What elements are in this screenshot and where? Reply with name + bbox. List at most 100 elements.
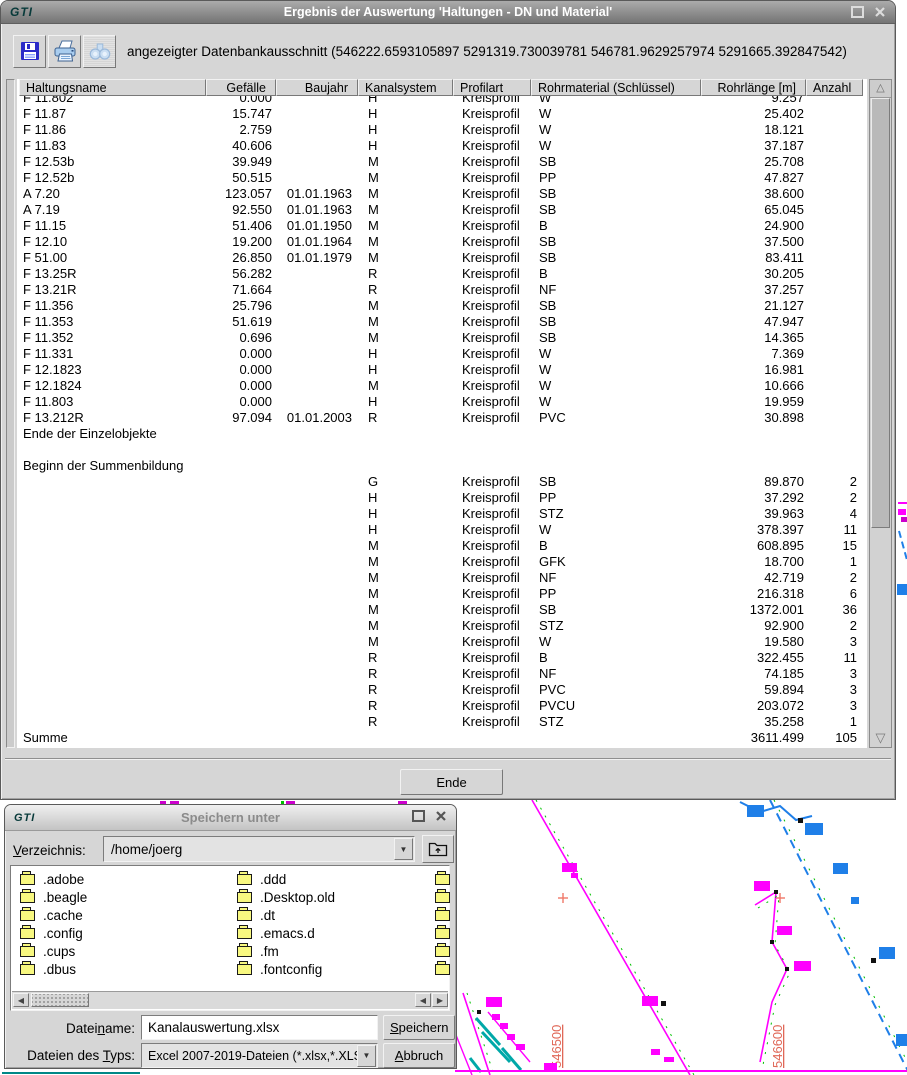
table-row[interactable]: MKreisprofilPP216.3186 — [19, 586, 865, 602]
table-row[interactable]: MKreisprofilNF42.7192 — [19, 570, 865, 586]
table-row[interactable]: F 13.25R56.282RKreisprofilB30.205 — [19, 266, 865, 282]
column-header[interactable]: Rohrmaterial (Schlüssel) — [531, 79, 701, 96]
filename-input[interactable]: Kanalauswertung.xlsx — [141, 1015, 378, 1040]
scroll-up-icon[interactable]: △ — [870, 80, 891, 98]
table-cell: M — [358, 218, 453, 234]
save-button[interactable]: Speichern — [383, 1015, 455, 1040]
table-row[interactable]: MKreisprofilW19.5803 — [19, 634, 865, 650]
folder-item[interactable] — [435, 870, 450, 888]
table-row[interactable]: F 12.18240.000MKreisprofilW10.666 — [19, 378, 865, 394]
horizontal-scrollbar[interactable]: ◀ ◀ ▶ — [12, 991, 448, 1009]
folder-item[interactable] — [435, 960, 450, 978]
folder-item[interactable]: .config — [20, 924, 87, 942]
parent-directory-button[interactable] — [422, 835, 454, 863]
table-row[interactable]: F 12.52b50.515MKreisprofilPP47.827 — [19, 170, 865, 186]
table-rows[interactable]: F 11.8020.000HKreisprofilW9.257F 11.8715… — [19, 96, 865, 748]
folder-item[interactable]: .Desktop.old — [237, 888, 335, 906]
column-header[interactable]: Gefälle — [206, 79, 276, 96]
column-header[interactable]: Baujahr — [276, 79, 358, 96]
table-row[interactable] — [19, 442, 865, 458]
table-row[interactable]: F 13.21R71.664RKreisprofilNF37.257 — [19, 282, 865, 298]
table-row[interactable]: F 51.0026.85001.01.1979MKreisprofilSB83.… — [19, 250, 865, 266]
table-row[interactable]: A 7.1992.55001.01.1963MKreisprofilSB65.0… — [19, 202, 865, 218]
directory-label: Verzeichnis: — [13, 843, 86, 858]
table-row[interactable]: A 7.20123.05701.01.1963MKreisprofilSB38.… — [19, 186, 865, 202]
table-row[interactable]: MKreisprofilSTZ92.9002 — [19, 618, 865, 634]
table-row[interactable]: F 13.212R97.09401.01.2003RKreisprofilPVC… — [19, 410, 865, 426]
end-button[interactable]: Ende — [400, 769, 503, 795]
folder-item[interactable]: .cache — [20, 906, 87, 924]
column-header[interactable]: Rohrlänge [m] — [701, 79, 806, 96]
table-cell: 37.500 — [701, 234, 806, 250]
column-header[interactable]: Anzahl — [806, 79, 863, 96]
table-row[interactable]: HKreisprofilSTZ39.9634 — [19, 506, 865, 522]
folder-item[interactable]: .emacs.d — [237, 924, 335, 942]
table-row[interactable]: MKreisprofilSB1372.00136 — [19, 602, 865, 618]
folder-item[interactable]: .beagle — [20, 888, 87, 906]
folder-item[interactable]: .dt — [237, 906, 335, 924]
table-row[interactable]: F 11.1551.40601.01.1950MKreisprofilB24.9… — [19, 218, 865, 234]
folder-item[interactable]: .cups — [20, 942, 87, 960]
table-row[interactable]: F 11.35625.796MKreisprofilSB21.127 — [19, 298, 865, 314]
folder-item[interactable]: .fontconfig — [237, 960, 335, 978]
table-row[interactable]: Summe3611.499105 — [19, 730, 865, 746]
table-row[interactable]: F 11.8340.606HKreisprofilW37.187 — [19, 138, 865, 154]
table-row[interactable]: Ende der Einzelobjekte — [19, 426, 865, 442]
table-row[interactable]: F 12.53b39.949MKreisprofilSB25.708 — [19, 154, 865, 170]
table-row[interactable]: F 12.18230.000HKreisprofilW16.981 — [19, 362, 865, 378]
print-button[interactable] — [48, 35, 81, 68]
table-row[interactable]: F 11.862.759HKreisprofilW18.121 — [19, 122, 865, 138]
table-row[interactable]: HKreisprofilW378.39711 — [19, 522, 865, 538]
folder-item[interactable]: .fm — [237, 942, 335, 960]
table-row[interactable]: Beginn der Summenbildung — [19, 458, 865, 474]
folder-item[interactable] — [435, 888, 450, 906]
table-cell: F 11.331 — [19, 346, 206, 362]
folder-item[interactable] — [435, 942, 450, 960]
scroll-left-icon[interactable]: ◀ — [13, 993, 29, 1007]
table-row[interactable]: GKreisprofilSB89.8702 — [19, 474, 865, 490]
table-row[interactable]: F 11.8030.000HKreisprofilW19.959 — [19, 394, 865, 410]
table-row[interactable]: F 11.3520.696MKreisprofilSB14.365 — [19, 330, 865, 346]
column-header[interactable]: Profilart — [453, 79, 531, 96]
folder-item[interactable]: .adobe — [20, 870, 87, 888]
scroll-left-icon[interactable]: ◀ — [415, 993, 431, 1007]
folder-item[interactable]: .dbus — [20, 960, 87, 978]
chevron-down-icon[interactable]: ▼ — [394, 838, 413, 860]
vertical-scrollbar[interactable]: △ ▽ — [869, 79, 892, 748]
column-header[interactable]: Kanalsystem — [358, 79, 453, 96]
table-row[interactable]: MKreisprofilGFK18.7001 — [19, 554, 865, 570]
table-row[interactable]: RKreisprofilB322.45511 — [19, 650, 865, 666]
chevron-down-icon[interactable]: ▼ — [357, 1045, 376, 1067]
maximize-icon[interactable] — [851, 6, 864, 18]
table-row[interactable]: RKreisprofilNF74.1853 — [19, 666, 865, 682]
filetype-select[interactable]: Excel 2007-2019-Dateien (*.xlsx,*.XLSX) … — [141, 1043, 378, 1068]
folder-item[interactable] — [435, 924, 450, 942]
scrollbar-thumb[interactable] — [31, 993, 89, 1007]
table-row[interactable]: F 12.1019.20001.01.1964MKreisprofilSB37.… — [19, 234, 865, 250]
table-row[interactable]: F 11.8020.000HKreisprofilW9.257 — [19, 96, 865, 106]
scroll-down-icon[interactable]: ▽ — [870, 730, 891, 746]
directory-combobox[interactable]: /home/joerg ▼ — [103, 836, 415, 862]
table-row[interactable]: RKreisprofilSTZ35.2581 — [19, 714, 865, 730]
table-row[interactable]: RKreisprofilPVC59.8943 — [19, 682, 865, 698]
table-row[interactable]: F 11.3310.000HKreisprofilW7.369 — [19, 346, 865, 362]
column-header[interactable]: Haltungsname — [19, 79, 206, 96]
table-row[interactable]: RKreisprofilPVCU203.0723 — [19, 698, 865, 714]
cancel-button[interactable]: Abbruch — [383, 1043, 455, 1068]
maximize-icon[interactable] — [412, 810, 425, 822]
scrollbar-thumb[interactable] — [871, 98, 890, 528]
folder-item[interactable]: .ddd — [237, 870, 335, 888]
file-list[interactable]: .adobe.beagle.cache.config.cups.dbus .dd… — [10, 865, 450, 1011]
close-icon[interactable] — [875, 7, 885, 17]
table-row[interactable]: MKreisprofilB608.89515 — [19, 538, 865, 554]
folder-item[interactable] — [435, 906, 450, 924]
table-row[interactable]: F 11.35351.619MKreisprofilSB47.947 — [19, 314, 865, 330]
table-row[interactable]: HKreisprofilPP37.2922 — [19, 490, 865, 506]
find-button[interactable] — [83, 35, 116, 68]
table-row[interactable]: F 11.8715.747HKreisprofilW25.402 — [19, 106, 865, 122]
scroll-right-icon[interactable]: ▶ — [432, 993, 448, 1007]
close-icon[interactable] — [436, 811, 446, 821]
save-button[interactable] — [13, 35, 46, 68]
dialog-titlebar[interactable]: GTI Speichern unter — [5, 805, 456, 831]
results-titlebar[interactable]: GTI Ergebnis der Auswertung 'Haltungen -… — [1, 1, 895, 24]
